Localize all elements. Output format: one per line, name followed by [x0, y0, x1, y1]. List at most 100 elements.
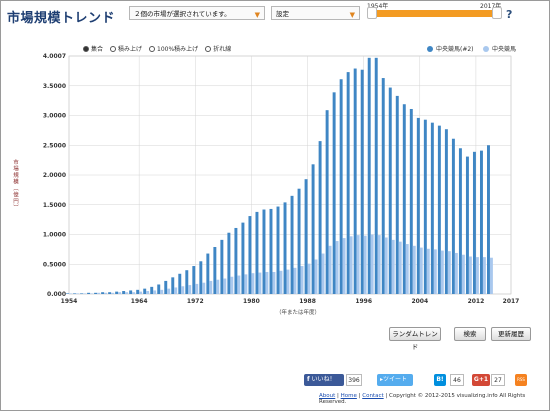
bar-1-1955 — [73, 293, 77, 294]
footer: About | Home | Contact | Copyright © 201… — [319, 393, 526, 405]
bar-1-2004 — [416, 117, 420, 294]
bar-2-1969 — [174, 287, 178, 294]
bar-1-1969 — [171, 277, 175, 294]
bar-2-1986 — [293, 267, 297, 294]
x-tick-label: 2012 — [468, 298, 485, 305]
bar-1-2000 — [388, 87, 392, 294]
bar-1-1959 — [101, 292, 105, 294]
bar-2-1994 — [349, 236, 353, 294]
facebook-like-button[interactable]: f いいね！ — [304, 374, 344, 386]
bar-1-1971 — [185, 270, 189, 294]
bar-1-1964 — [136, 289, 140, 294]
x-tick-label: 1972 — [187, 298, 204, 305]
bar-1-1997 — [367, 57, 371, 295]
bar-1-2003 — [409, 108, 413, 294]
bar-2-1980 — [251, 273, 255, 294]
bar-2-2003 — [412, 245, 416, 294]
rss-icon[interactable]: RSS — [515, 374, 527, 386]
hatena-bookmark-icon[interactable]: B! — [434, 374, 446, 386]
bar-1-1954 — [66, 293, 69, 294]
bar-2-2007 — [440, 250, 444, 294]
bar-1-1990 — [318, 141, 322, 294]
bar-2-1971 — [188, 285, 192, 294]
bar-2-1956 — [83, 293, 86, 294]
x-tick-label: 2017 — [503, 298, 520, 305]
google-plus-icon[interactable]: G+1 — [472, 374, 490, 386]
bar-2-1982 — [265, 271, 269, 294]
bar-2-1973 — [202, 282, 206, 294]
bar-1-1987 — [297, 188, 301, 294]
bar-1-1967 — [157, 284, 161, 294]
bar-1-2012 — [472, 151, 476, 294]
bar-2-1960 — [111, 292, 115, 294]
like-count: 396 — [346, 374, 362, 386]
bar-2-1987 — [300, 266, 304, 294]
bar-2-1972 — [195, 283, 199, 294]
bar-2-1954 — [69, 293, 72, 294]
bar-2-1961 — [118, 292, 122, 294]
bar-2-1998 — [377, 235, 381, 294]
bar-1-1962 — [122, 291, 126, 294]
market-trend-chart: 0.000 0.5000 1.0000 1.5000 2.0000 2.5000 3.000… — [43, 53, 520, 305]
bar-2-1968 — [167, 288, 171, 294]
bar-2-1984 — [279, 270, 283, 294]
bar-1-1960 — [108, 292, 112, 294]
bar-2-2001 — [398, 241, 402, 294]
x-tick-label: 1996 — [355, 298, 372, 305]
bar-1-1976 — [220, 239, 224, 294]
bar-1-1996 — [360, 69, 364, 295]
bar-2-1996 — [363, 235, 367, 294]
bar-1-1979 — [241, 222, 245, 294]
footer-link-contact[interactable]: Contact — [362, 393, 383, 399]
facebook-icon: f — [307, 376, 310, 383]
x-tick-label: 1988 — [299, 298, 316, 305]
bar-1-1994 — [346, 72, 350, 295]
bar-2-2013 — [482, 257, 486, 294]
bar-1-1989 — [311, 164, 315, 294]
tweet-label: ツイート — [383, 376, 408, 383]
bar-2-2014 — [489, 257, 493, 294]
y-tick-label: 0.5000 — [43, 261, 66, 268]
tweet-button[interactable]: ▸ツイート — [377, 374, 413, 386]
search-button[interactable]: 検索 — [454, 327, 486, 341]
bar-1-2009 — [451, 138, 455, 294]
bar-2-1966 — [153, 290, 157, 294]
gplus-count: 27 — [491, 374, 505, 386]
bar-2-1992 — [335, 241, 339, 294]
bar-1-1981 — [255, 211, 259, 294]
bar-2-1979 — [244, 274, 248, 294]
x-tick-label: 1980 — [243, 298, 260, 305]
update-history-button[interactable]: 更新履歴 — [491, 327, 531, 341]
bar-1-2007 — [437, 125, 441, 294]
y-tick-label: 2.0000 — [43, 172, 66, 179]
app-window: 市場規模トレンド ２個の市場が選択されています。 ▼ 設定 ▼ 1954年 20… — [0, 0, 550, 411]
bar-2-1970 — [181, 286, 185, 294]
bar-2-1989 — [314, 259, 318, 294]
bar-2-1967 — [160, 289, 164, 294]
bar-2-1964 — [139, 291, 143, 294]
bar-2-1963 — [132, 292, 136, 294]
bar-2-1985 — [286, 269, 290, 294]
bar-1-1993 — [339, 79, 343, 294]
y-tick-label: 1.5000 — [43, 202, 66, 209]
bar-1-2013 — [479, 150, 483, 294]
bar-1-1956 — [80, 293, 84, 294]
random-trend-button[interactable]: ランダムトレンド — [389, 327, 441, 351]
bar-2-2004 — [419, 247, 423, 294]
bar-1-2005 — [423, 119, 427, 295]
bar-2-1955 — [76, 293, 79, 294]
bar-2-1975 — [216, 279, 220, 294]
bar-1-1978 — [234, 227, 238, 294]
bar-1-1986 — [290, 195, 294, 294]
bar-2-1988 — [307, 263, 311, 294]
bar-2-1983 — [272, 271, 276, 294]
bar-1-1972 — [192, 266, 196, 294]
bar-1-1991 — [325, 110, 329, 294]
bar-2-1999 — [384, 237, 388, 294]
bar-1-2008 — [444, 129, 448, 294]
bar-1-1974 — [206, 253, 210, 294]
bar-1-1966 — [150, 286, 154, 294]
bar-1-1965 — [143, 288, 147, 294]
bar-2-1962 — [125, 292, 129, 294]
x-tick-label: 1954 — [61, 298, 78, 305]
